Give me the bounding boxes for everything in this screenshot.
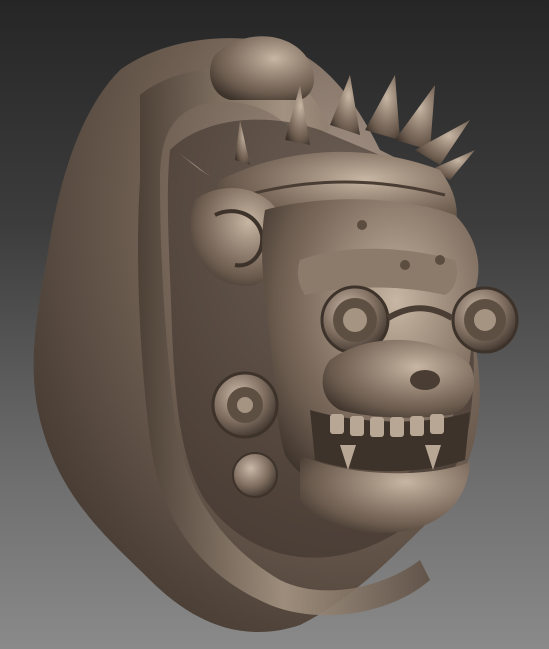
tooth <box>370 417 384 437</box>
spike <box>365 75 400 140</box>
side-gear <box>211 371 279 439</box>
right-goggle <box>451 286 519 354</box>
tooth <box>430 414 444 434</box>
nostril <box>410 370 440 390</box>
lower-gear <box>232 452 278 498</box>
tooth <box>350 416 364 436</box>
tooth <box>330 414 344 434</box>
viewport-canvas[interactable] <box>0 0 549 649</box>
tooth <box>410 416 424 436</box>
sculpture-render <box>33 36 519 633</box>
tooth <box>390 417 404 437</box>
spike <box>395 85 435 150</box>
